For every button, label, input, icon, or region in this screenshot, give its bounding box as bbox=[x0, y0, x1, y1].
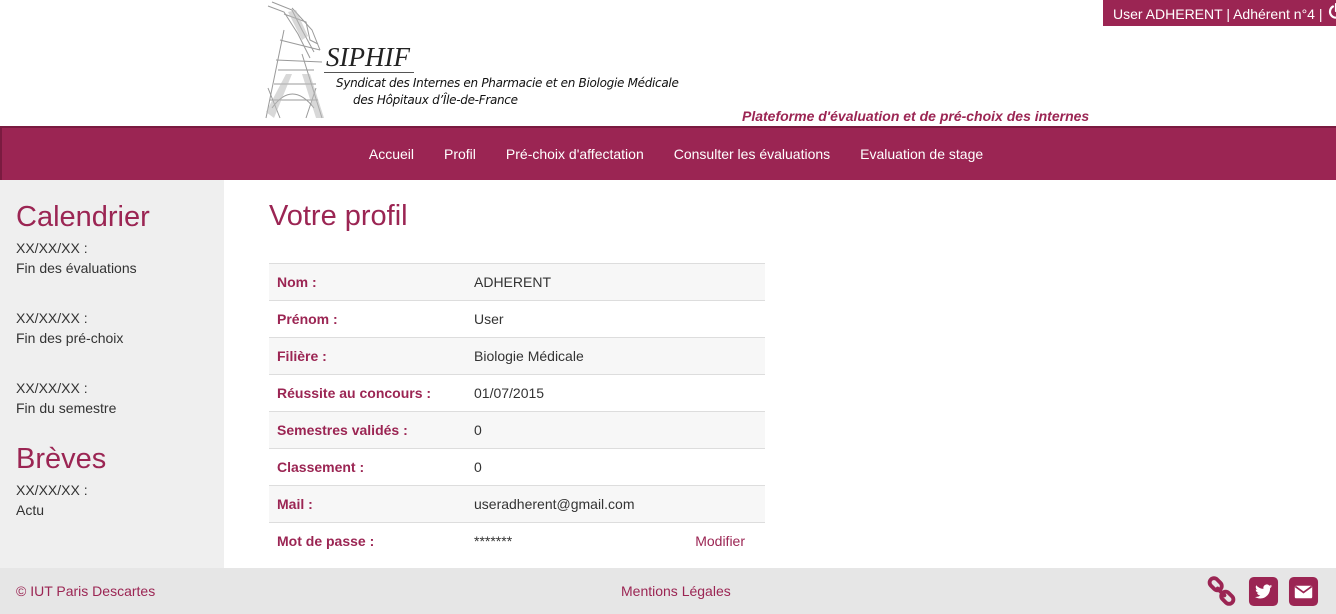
field-label: Semestres validés : bbox=[277, 422, 408, 438]
logo-subtitle-line2: des Hôpitaux d’Île-de-France bbox=[353, 93, 518, 107]
calendar-title: Calendrier bbox=[16, 201, 150, 233]
calendar-event: XX/XX/XX : Fin des pré-choix bbox=[16, 308, 224, 348]
field-value: ADHERENT bbox=[474, 274, 552, 290]
nav-item-pre-choix[interactable]: Pré-choix d'affectation bbox=[491, 128, 659, 180]
field-label: Nom : bbox=[277, 274, 317, 290]
link-icon[interactable] bbox=[1206, 576, 1237, 607]
page-title: Votre profil bbox=[269, 200, 408, 232]
event-date: XX/XX/XX : bbox=[16, 310, 88, 326]
news-item: XX/XX/XX : Actu bbox=[16, 480, 224, 520]
logo-brand: SIPHIF bbox=[326, 42, 410, 72]
copyright-link[interactable]: © IUT Paris Descartes bbox=[16, 583, 155, 599]
main-content: Votre profil Nom : ADHERENT Prénom : Use… bbox=[224, 180, 1336, 568]
user-bar: User ADHERENT | Adhérent n°4 | bbox=[1103, 0, 1336, 26]
logo-subtitle-line1: Syndicat des Internes en Pharmacie et en… bbox=[336, 76, 679, 90]
table-row: Réussite au concours : 01/07/2015 bbox=[269, 374, 765, 412]
mail-icon[interactable] bbox=[1288, 576, 1319, 607]
table-row: Mail : useradherent@gmail.com bbox=[269, 485, 765, 523]
field-label: Mail : bbox=[277, 496, 313, 512]
header: SIPHIF Syndicat des Internes en Pharmaci… bbox=[0, 0, 1336, 126]
calendar-event: XX/XX/XX : Fin du semestre bbox=[16, 378, 224, 418]
field-label: Classement : bbox=[277, 459, 365, 475]
siphif-logo[interactable]: SIPHIF Syndicat des Internes en Pharmaci… bbox=[262, 0, 722, 122]
table-row: Mot de passe : ******* Modifier bbox=[269, 522, 765, 560]
table-row: Filière : Biologie Médicale bbox=[269, 337, 765, 375]
field-value: Biologie Médicale bbox=[474, 348, 584, 364]
calendar-event: XX/XX/XX : Fin des évaluations bbox=[16, 238, 224, 278]
footer: © IUT Paris Descartes Mentions Légales bbox=[0, 568, 1336, 614]
field-label: Mot de passe : bbox=[277, 533, 375, 550]
event-date: XX/XX/XX : bbox=[16, 380, 88, 396]
nav-item-evaluation-stage[interactable]: Evaluation de stage bbox=[845, 128, 998, 180]
twitter-icon[interactable] bbox=[1248, 576, 1279, 607]
event-label: Fin des évaluations bbox=[16, 260, 137, 276]
table-row: Prénom : User bbox=[269, 300, 765, 338]
logo-underline bbox=[324, 72, 414, 73]
main-navbar: Accueil Profil Pré-choix d'affectation C… bbox=[0, 126, 1336, 180]
field-value: 01/07/2015 bbox=[474, 385, 545, 401]
field-label: Filière : bbox=[277, 348, 327, 364]
table-row: Nom : ADHERENT bbox=[269, 263, 765, 301]
event-date: XX/XX/XX : bbox=[16, 240, 88, 256]
news-label: Actu bbox=[16, 502, 45, 518]
platform-tagline: Plateforme d'évaluation et de pré-choix … bbox=[742, 108, 1090, 124]
modify-password-link[interactable]: Modifier bbox=[677, 523, 765, 560]
event-label: Fin des pré-choix bbox=[16, 330, 124, 346]
power-icon[interactable] bbox=[1328, 3, 1336, 19]
news-date: XX/XX/XX : bbox=[16, 482, 88, 498]
news-title: Brèves bbox=[16, 443, 107, 475]
user-label[interactable]: User ADHERENT | Adhérent n°4 | bbox=[1113, 6, 1322, 22]
event-label: Fin du semestre bbox=[16, 400, 117, 416]
legal-notice-link[interactable]: Mentions Légales bbox=[621, 583, 731, 599]
nav-item-consulter-evaluations[interactable]: Consulter les évaluations bbox=[659, 128, 845, 180]
table-row: Classement : 0 bbox=[269, 448, 765, 486]
nav-item-profil[interactable]: Profil bbox=[429, 128, 491, 180]
field-label: Prénom : bbox=[277, 311, 338, 327]
sidebar: Calendrier XX/XX/XX : Fin des évaluation… bbox=[0, 180, 224, 568]
table-row: Semestres validés : 0 bbox=[269, 411, 765, 449]
field-value: 0 bbox=[474, 459, 482, 475]
nav-item-accueil[interactable]: Accueil bbox=[354, 128, 429, 180]
profile-table: Nom : ADHERENT Prénom : User Filière : B… bbox=[269, 263, 765, 560]
field-value: ******* bbox=[474, 533, 513, 550]
field-value: useradherent@gmail.com bbox=[474, 496, 635, 512]
field-value: User bbox=[474, 311, 504, 327]
field-value: 0 bbox=[474, 422, 482, 438]
field-label: Réussite au concours : bbox=[277, 385, 432, 401]
